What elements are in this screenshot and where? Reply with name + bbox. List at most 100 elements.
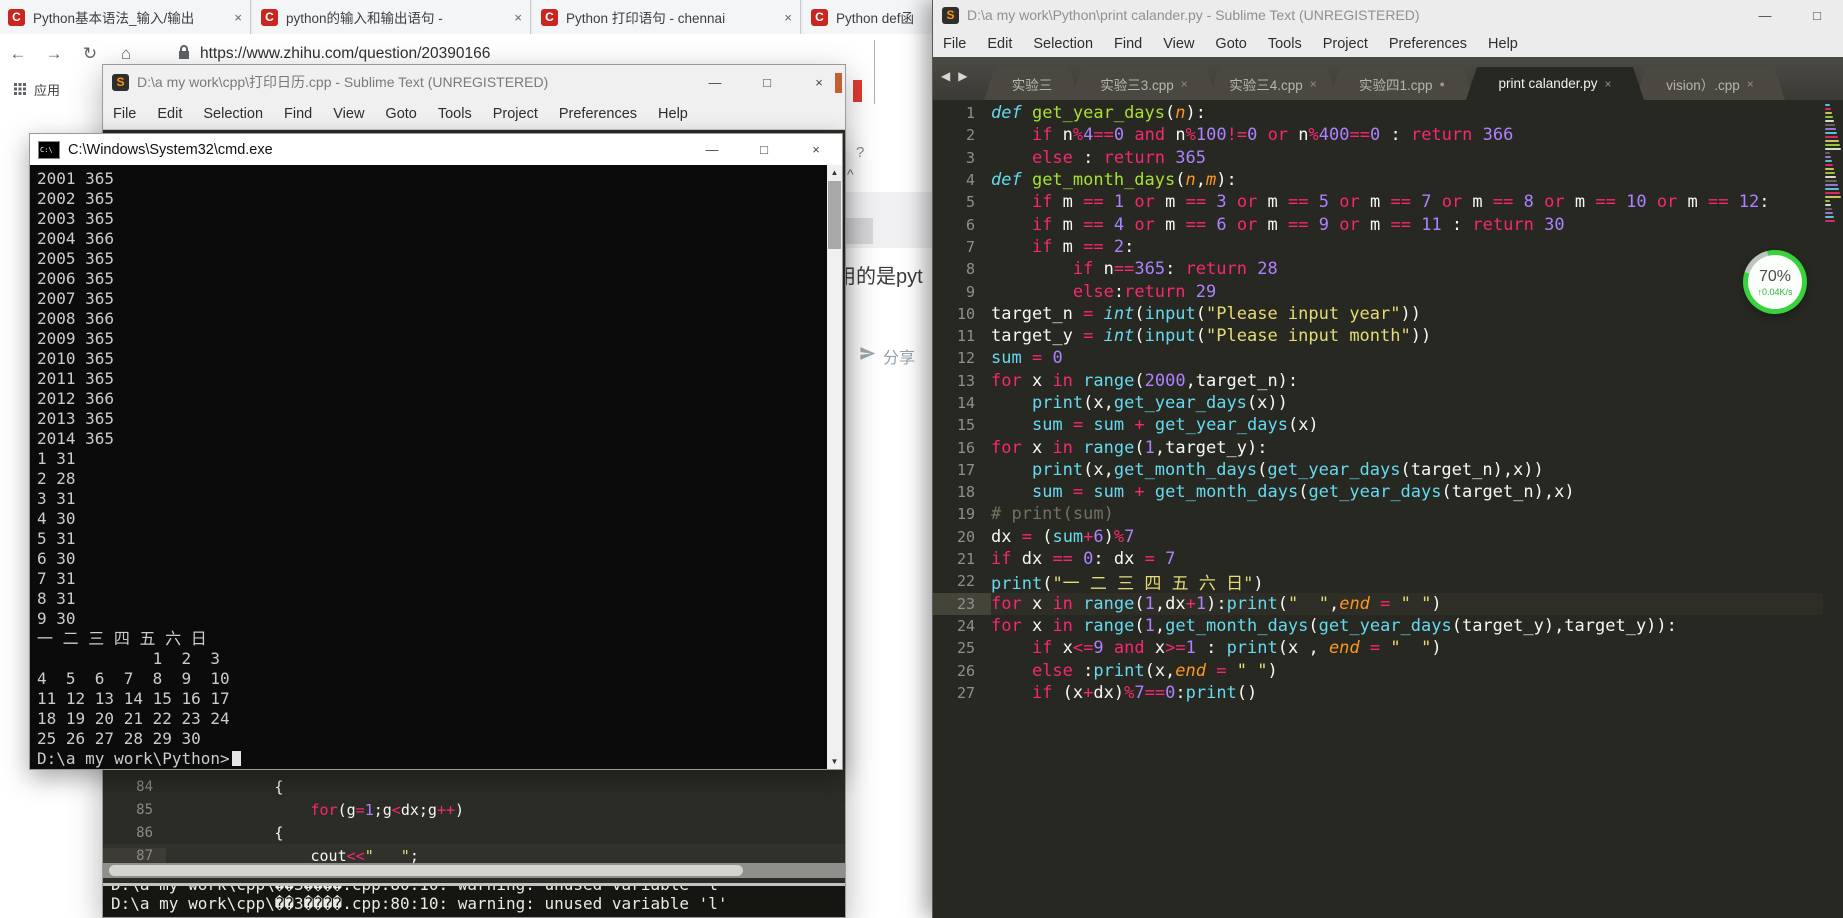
speed-rate: ↑0.04K/s	[1757, 287, 1792, 297]
code-line: 10target_n = int(input("Please input yea…	[933, 303, 1823, 325]
build-output-line: D:\a my work\cpp\��3����.cpp:80:10: warn…	[111, 883, 845, 894]
terminal-body[interactable]: 2001 3652002 3652003 3652004 3662005 365…	[30, 165, 842, 769]
code-text: sum = 0	[991, 348, 1063, 368]
apps-grid-icon[interactable]	[14, 83, 26, 95]
line-number: 2	[933, 124, 991, 146]
tab-close-icon[interactable]: ×	[514, 10, 522, 25]
vertical-scrollbar[interactable]: ▲ ▼	[827, 165, 842, 769]
menu-item[interactable]: Edit	[987, 36, 1012, 52]
scroll-down-arrow-icon[interactable]: ▼	[827, 754, 842, 769]
terminal-line: 2014 365	[37, 429, 230, 449]
menu-item[interactable]: Project	[1323, 36, 1368, 52]
code-text: else :print(x,end = " ")	[991, 661, 1278, 681]
sublime-window-python: S D:\a my work\Python\print calander.py …	[932, 0, 1843, 918]
download-speed-badge[interactable]: 70% ↑0.04K/s	[1743, 250, 1807, 314]
menu-item[interactable]: Tools	[1268, 36, 1302, 52]
menu-item[interactable]: Help	[658, 106, 688, 122]
browser-tab[interactable]: CPython 打印语句 - chennai×	[533, 0, 801, 34]
menu-item[interactable]: Preferences	[559, 106, 637, 122]
minimap[interactable]	[1825, 104, 1841, 224]
tab-close-icon[interactable]: ×	[234, 10, 242, 25]
tab-scroll-arrows[interactable]: ◀▶	[941, 69, 975, 83]
minimap-line	[1825, 136, 1838, 138]
minimap-line	[1825, 212, 1833, 214]
code-line: 9 else:return 29	[933, 280, 1823, 302]
cpp-code-area[interactable]: 84 {85 for(g=1;g<dx;g++)86 {87 cout<<" "…	[103, 775, 845, 867]
code-line: 4def get_month_days(n,m):	[933, 169, 1823, 191]
menu-item[interactable]: Preferences	[1389, 36, 1467, 52]
back-button[interactable]: ←	[0, 44, 36, 64]
maximize-button[interactable]: □	[738, 134, 790, 165]
bookmark-apps-label[interactable]: 应用	[34, 80, 60, 99]
cmd-title-bar[interactable]: C:\ C:\Windows\System32\cmd.exe — □ ×	[30, 134, 842, 165]
code-line: 6 if m == 4 or m == 6 or m == 9 or m == …	[933, 213, 1823, 235]
browser-tab[interactable]: Cpython的输入和输出语句 - ×	[253, 0, 531, 34]
tab-right-arrow-icon[interactable]: ▶	[958, 69, 967, 83]
menu-item[interactable]: Goto	[385, 106, 416, 122]
python-code-area[interactable]: 1def get_year_days(n):2 if n%4==0 and n%…	[933, 100, 1843, 918]
minimap-line	[1825, 140, 1839, 142]
horizontal-scrollbar[interactable]	[103, 863, 845, 878]
scrollbar-thumb[interactable]	[828, 181, 841, 249]
minimap-line	[1825, 172, 1835, 174]
minimize-button[interactable]: —	[689, 65, 741, 99]
menu-item[interactable]: File	[113, 106, 136, 122]
minimap-line	[1825, 124, 1835, 126]
home-button[interactable]: ⌂	[108, 44, 144, 64]
cpp-window-title: D:\a my work\cpp\打印日历.cpp - Sublime Text…	[137, 72, 548, 92]
tab-close-icon[interactable]: ×	[1605, 77, 1612, 91]
menu-item[interactable]: Selection	[1033, 36, 1093, 52]
menu-item[interactable]: Find	[1114, 36, 1142, 52]
tab-close-icon[interactable]: ×	[1747, 77, 1754, 91]
terminal-line: 8 31	[37, 589, 230, 609]
code-text: if dx == 0: dx = 7	[991, 549, 1175, 569]
menu-item[interactable]: Find	[284, 106, 312, 122]
code-line: 13for x in range(2000,target_n):	[933, 370, 1823, 392]
menu-item[interactable]: View	[1163, 36, 1194, 52]
tab-left-arrow-icon[interactable]: ◀	[941, 69, 950, 83]
menu-item[interactable]: File	[943, 36, 966, 52]
terminal-line: 1 31	[37, 449, 230, 469]
python-title-bar[interactable]: S D:\a my work\Python\print calander.py …	[933, 0, 1843, 30]
terminal-line: 4 5 6 7 8 9 10	[37, 669, 230, 689]
menu-item[interactable]: Project	[493, 106, 538, 122]
line-number: 26	[933, 659, 991, 681]
share-button[interactable]: 分享	[858, 344, 915, 368]
menu-item[interactable]: Help	[1488, 36, 1518, 52]
tab-close-icon[interactable]: ×	[784, 10, 792, 25]
maximize-button[interactable]: □	[1791, 0, 1843, 30]
editor-tab[interactable]: 实验三4.cpp×	[1208, 67, 1338, 100]
build-scrollbar-thumb[interactable]	[835, 73, 842, 93]
tab-close-icon[interactable]: ×	[1181, 77, 1188, 91]
forward-button[interactable]: →	[36, 44, 72, 64]
scroll-up-arrow-icon[interactable]: ▲	[827, 165, 842, 180]
menu-item[interactable]: Selection	[203, 106, 263, 122]
menu-item[interactable]: Edit	[157, 106, 182, 122]
code-text: target_y = int(input("Please input month…	[991, 326, 1431, 346]
cpp-title-bar[interactable]: S D:\a my work\cpp\打印日历.cpp - Sublime Te…	[103, 65, 845, 99]
menu-item[interactable]: Goto	[1215, 36, 1246, 52]
menu-item[interactable]: View	[333, 106, 364, 122]
line-number: 24	[933, 615, 991, 637]
maximize-button[interactable]: □	[741, 65, 793, 99]
editor-tab[interactable]: 实验四1.cpp●	[1329, 67, 1475, 100]
editor-tab[interactable]: 实验三3.cpp×	[1071, 67, 1217, 100]
editor-tab[interactable]: print calander.py×	[1466, 67, 1644, 100]
terminal-line: 3 31	[37, 489, 230, 509]
line-number: 19	[933, 503, 991, 525]
tab-close-icon[interactable]: ×	[1310, 77, 1317, 91]
editor-tab[interactable]: 实验三	[984, 67, 1080, 100]
menu-item[interactable]: Tools	[438, 106, 472, 122]
minimize-button[interactable]: —	[686, 134, 738, 165]
minimize-button[interactable]: —	[1739, 0, 1791, 30]
terminal-line: 2002 365	[37, 189, 230, 209]
reload-button[interactable]: ↻	[72, 44, 108, 64]
browser-tab[interactable]: CPython基本语法_输入/输出×	[0, 0, 251, 34]
scrollbar-thumb[interactable]	[109, 865, 743, 876]
close-button[interactable]: ×	[790, 134, 842, 165]
minimap-line	[1825, 116, 1833, 118]
terminal-prompt[interactable]: D:\a my work\Python>	[37, 749, 241, 769]
editor-tab[interactable]: vision）.cpp×	[1635, 67, 1785, 100]
terminal-line: 2008 366	[37, 309, 230, 329]
screen: CPython基本语法_输入/输出×Cpython的输入和输出语句 - ×CPy…	[0, 0, 1843, 918]
